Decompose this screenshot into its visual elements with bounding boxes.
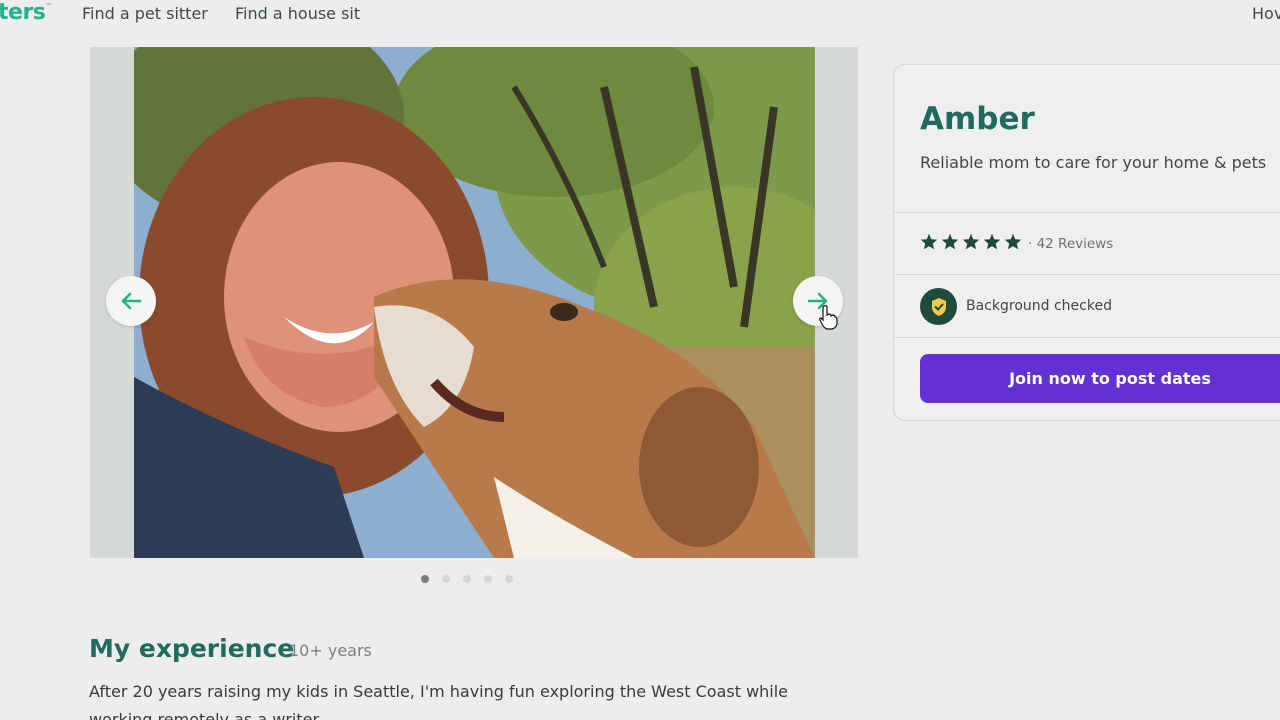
arrow-left-icon xyxy=(121,292,142,310)
gallery-dot[interactable] xyxy=(505,575,513,583)
profile-tagline: Reliable mom to care for your home & pet… xyxy=(920,153,1267,172)
logo-text: ters xyxy=(0,0,46,25)
gallery-dot[interactable] xyxy=(421,575,429,583)
divider xyxy=(894,274,1280,275)
logo-trademark: ™ xyxy=(45,2,52,10)
experience-years: 10+ years xyxy=(289,641,372,660)
photo-gallery xyxy=(90,47,858,558)
gallery-prev-button[interactable] xyxy=(106,276,156,326)
brand-logo[interactable]: ters™ xyxy=(0,0,52,25)
divider xyxy=(894,212,1280,213)
rating-stars xyxy=(920,233,1022,250)
gallery-dot[interactable] xyxy=(442,575,450,583)
join-now-button[interactable]: Join now to post dates xyxy=(920,354,1280,403)
gallery-photo xyxy=(134,47,815,558)
nav-how-it-works[interactable]: Hov xyxy=(1252,4,1280,23)
hand-cursor-icon xyxy=(819,305,838,330)
shield-check-icon xyxy=(920,288,957,325)
nav-find-house-sit[interactable]: Find a house sit xyxy=(235,4,360,23)
reviews-link[interactable]: · 42 Reviews xyxy=(1028,236,1113,252)
star-icon xyxy=(920,233,938,250)
experience-heading: My experience xyxy=(89,634,295,663)
experience-description: After 20 years raising my kids in Seattl… xyxy=(89,682,789,720)
star-icon xyxy=(962,233,980,250)
gallery-dot[interactable] xyxy=(463,575,471,583)
background-check-label: Background checked xyxy=(966,298,1112,314)
star-icon xyxy=(941,233,959,250)
photo-image xyxy=(134,47,815,558)
profile-name: Amber xyxy=(920,101,1035,137)
nav-find-pet-sitter[interactable]: Find a pet sitter xyxy=(82,4,208,23)
profile-card: Amber Reliable mom to care for your home… xyxy=(893,64,1280,421)
divider xyxy=(894,337,1280,338)
gallery-pagination xyxy=(421,575,513,583)
page: ters™ Find a pet sitter Find a house sit… xyxy=(0,0,1280,720)
star-icon xyxy=(983,233,1001,250)
gallery-dot[interactable] xyxy=(484,575,492,583)
star-icon xyxy=(1004,233,1022,250)
